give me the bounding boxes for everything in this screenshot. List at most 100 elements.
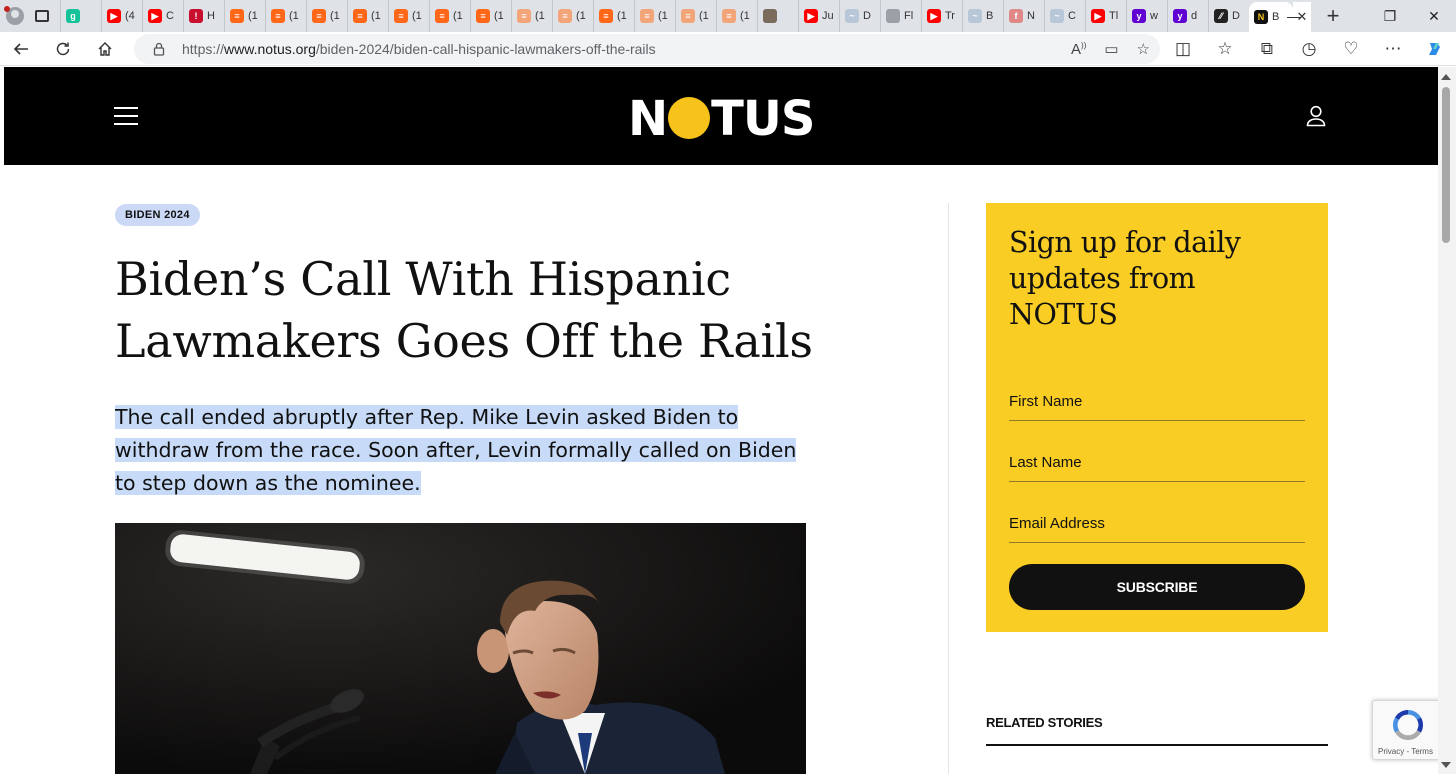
recaptcha-icon [1392,710,1424,741]
tab-substack[interactable]: ≡ (1 [675,0,716,32]
page-scrollbar[interactable] [1438,67,1456,774]
hero-image [115,523,806,774]
youtube-favicon-icon: ▶ [927,9,941,23]
newsletter-signup: Sign up for daily updates from NOTUS Fir… [986,203,1328,632]
email-placeholder: Email Address [1009,515,1105,532]
tab-yahoo[interactable]: yd [1167,0,1208,32]
tab-news[interactable]: ! H [183,0,224,32]
tab-loading[interactable]: ~ D [839,0,880,32]
signup-title: Sign up for daily updates from NOTUS [1009,226,1241,331]
youtube-favicon-icon: ▶ [148,9,162,23]
tab-substack[interactable]: ≡ (1 [552,0,593,32]
category-badge[interactable]: BIDEN 2024 [115,204,200,226]
tab-substack[interactable]: ≡ (1 [593,0,634,32]
letter-favicon-icon: f [1009,9,1023,23]
youtube-favicon-icon: ▶ [804,9,818,23]
grammarly-favicon-icon: g [66,9,80,23]
scroll-down-icon[interactable] [1441,762,1451,768]
tab-label: C [1068,10,1076,22]
tab-youtube[interactable]: ▶ Ju [798,0,839,32]
copilot-icon[interactable] [1414,32,1456,66]
tab-loading[interactable]: ~ B [962,0,1003,32]
last-name-field[interactable]: Last Name [1009,446,1305,482]
tab-label: (4 [125,10,135,22]
url-text[interactable]: https://www.notus.org/biden-2024/biden-c… [182,41,656,57]
immersive-reader-icon[interactable]: ▭ [1104,40,1118,58]
tab-label: (1 [289,10,299,22]
notus-logo[interactable]: N TUS [628,93,815,143]
new-tab-icon[interactable]: + [1315,0,1351,32]
first-name-field[interactable]: First Name [1009,385,1305,421]
page-viewport: N TUS BIDEN 2024 Biden’s Call With Hispan… [4,67,1438,774]
refresh-icon[interactable] [42,32,84,66]
last-name-placeholder: Last Name [1009,454,1082,471]
favorite-star-icon[interactable]: ☆ [1137,40,1150,58]
tab-substack[interactable]: ≡ (1 [265,0,306,32]
tab-substack[interactable]: ≡ (1 [511,0,552,32]
restore-icon[interactable]: ❐ [1368,0,1412,32]
browser-essentials-icon[interactable]: ♡ [1330,32,1372,66]
tab-substack[interactable]: ≡ (1 [347,0,388,32]
subscribe-button[interactable]: SUBSCRIBE [1009,564,1305,610]
scroll-up-icon[interactable] [1441,74,1451,80]
tab-document[interactable]: Fl [880,0,921,32]
more-menu-icon[interactable]: ⋯ [1372,32,1414,66]
tab-label: (1 [412,10,422,22]
tab-substack[interactable]: ≡ (1 [634,0,675,32]
browser-toolbar: https://www.notus.org/biden-2024/biden-c… [0,32,1456,66]
tab-strip: g ▶ (4 ▶ C! H ≡ (1 ≡ (1 ≡ (1 ≡ (1 ≡ (1 ≡ (1 ≡ (1 ≡ (1 ≡ (1 ≡ (1 ≡(… [0,0,1456,32]
app-favicon-icon: ⁄⁄ [1214,9,1228,23]
menu-icon[interactable] [114,107,138,125]
tab-actions-icon[interactable] [30,0,54,32]
tab-label: (1 [453,10,463,22]
close-window-icon[interactable]: ✕ [1412,0,1456,32]
home-icon[interactable] [84,32,126,66]
tab-label: Fl [904,10,914,22]
tab-app[interactable]: ⁄⁄ D [1208,0,1249,32]
tab-youtube[interactable]: ▶ Tr [921,0,962,32]
photo-favicon-icon [763,9,777,23]
tab-substack[interactable]: ≡ (1 [429,0,470,32]
read-aloud-icon[interactable]: A)) [1071,41,1086,58]
tab-label: (1 [740,10,750,22]
scroll-thumb[interactable] [1442,87,1450,243]
tab-loading[interactable]: ~ C [1044,0,1085,32]
tab-label: (1 [371,10,381,22]
substack-favicon-icon: ≡ [312,9,326,23]
lock-icon[interactable] [152,42,166,56]
back-icon[interactable] [0,32,42,66]
tab-substack[interactable]: ≡ (1 [716,0,757,32]
article-headline: Biden’s Call With Hispanic Lawmakers Goe… [115,252,813,368]
loading-favicon-icon: ~ [845,9,859,23]
collections-icon[interactable]: ⧉ [1246,32,1288,66]
tab-youtube[interactable]: ▶ C [142,0,183,32]
minimize-icon[interactable]: — [1272,0,1316,32]
tab-photo[interactable] [757,0,798,32]
profile-avatar-icon[interactable] [0,0,30,32]
substack-favicon-icon: ≡ [353,9,367,23]
tab-grammarly[interactable]: g [60,0,101,32]
account-icon[interactable] [1306,105,1326,127]
tab-label: (1 [494,10,504,22]
split-screen-icon[interactable]: ◫ [1162,32,1204,66]
tab-youtube[interactable]: ▶ (4 [101,0,142,32]
tab-substack[interactable]: ≡ (1 [470,0,511,32]
recaptcha-links[interactable]: Privacy - Terms [1378,747,1433,756]
tab-label: Ju [822,10,834,22]
tab-substack[interactable]: ≡ (1 [224,0,265,32]
tab-substack[interactable]: ≡ (1 [306,0,347,32]
history-icon[interactable]: ◷ [1288,32,1330,66]
address-bar[interactable]: https://www.notus.org/biden-2024/biden-c… [134,34,1160,64]
email-field[interactable]: Email Address [1009,507,1305,543]
selected-dek-text: The call ended abruptly after Rep. Mike … [115,405,797,495]
tab-letter[interactable]: fN [1003,0,1044,32]
notus-favicon-icon: N [1254,10,1268,24]
recaptcha-badge[interactable]: Privacy - Terms [1372,700,1438,760]
substack-favicon-icon: ≡ [722,9,736,23]
tab-youtube[interactable]: ▶ Tl [1085,0,1126,32]
tab-yahoo[interactable]: yw [1126,0,1167,32]
substack-favicon-icon: ≡ [640,9,654,23]
tab-label: d [1191,10,1198,22]
tab-substack[interactable]: ≡ (1 [388,0,429,32]
favorites-icon[interactable]: ☆ [1204,32,1246,66]
